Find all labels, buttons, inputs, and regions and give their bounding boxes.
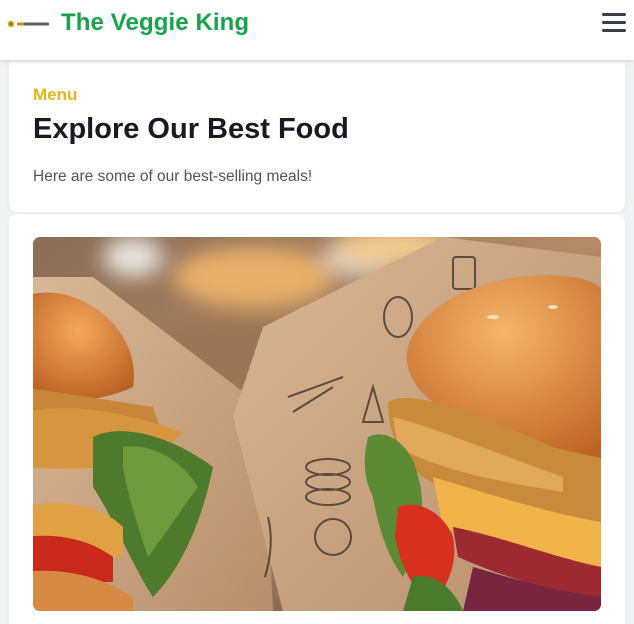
food-image[interactable] bbox=[33, 237, 601, 611]
menu-bar bbox=[602, 13, 626, 16]
section-eyebrow: Menu bbox=[33, 85, 78, 104]
menu-bar bbox=[602, 29, 626, 32]
veggie-king-logo[interactable] bbox=[7, 17, 51, 31]
brand-title[interactable]: The Veggie King bbox=[61, 9, 249, 37]
page: The Veggie King Menu Explore Our Best Fo… bbox=[0, 0, 634, 624]
hamburger-menu-icon[interactable] bbox=[602, 13, 626, 35]
food-card bbox=[9, 214, 625, 624]
burger-illustration bbox=[33, 237, 601, 611]
site-header: The Veggie King bbox=[0, 0, 634, 60]
page-title: Explore Our Best Food bbox=[33, 113, 349, 145]
menu-intro-card: Menu Explore Our Best Food Here are some… bbox=[9, 62, 625, 212]
section-description: Here are some of our best-selling meals! bbox=[33, 168, 313, 185]
menu-bar bbox=[602, 21, 626, 24]
